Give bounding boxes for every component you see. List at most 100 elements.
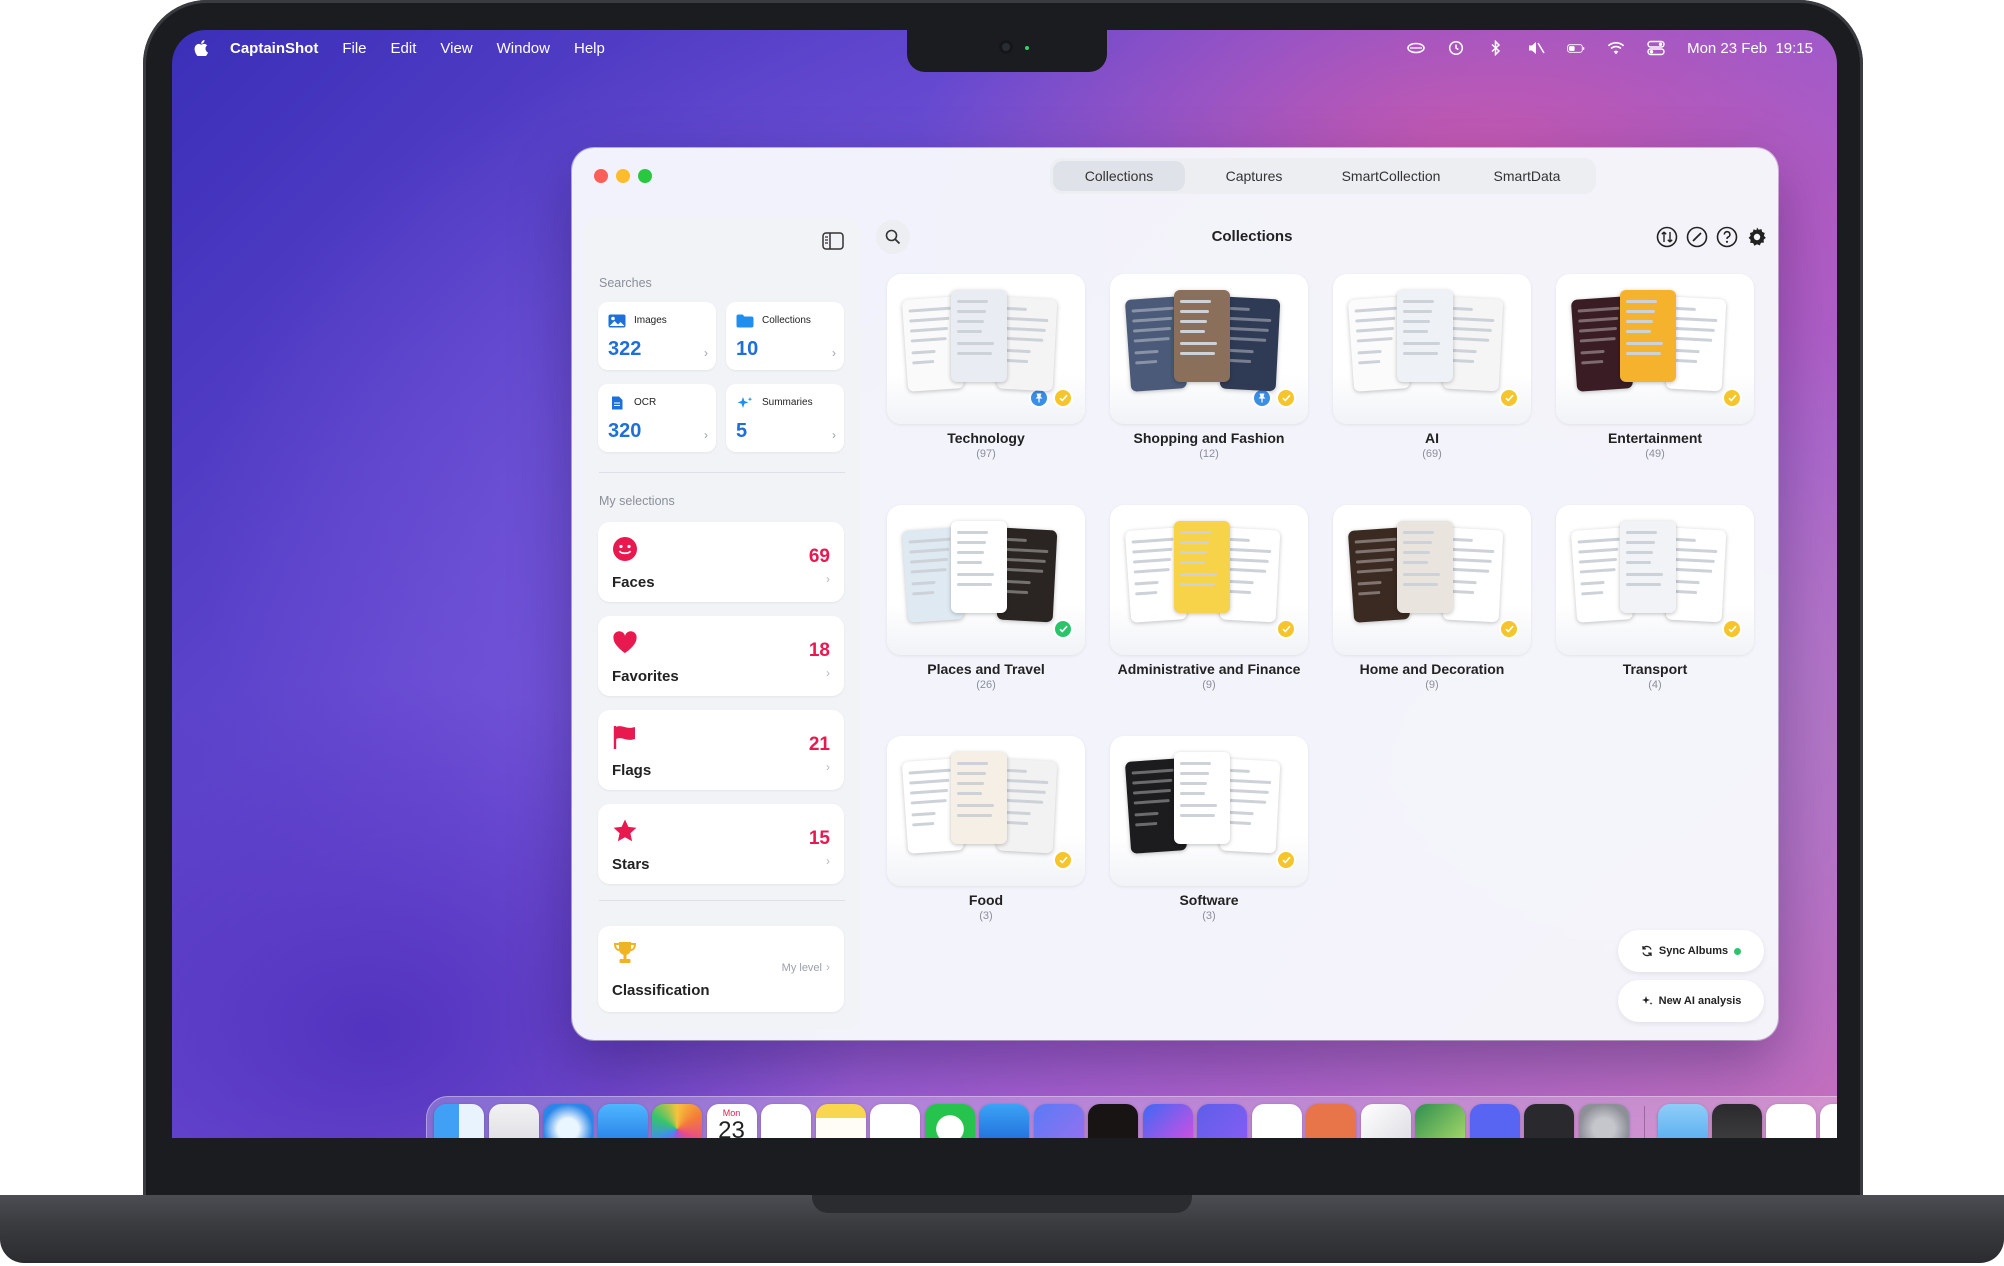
search-button[interactable] (876, 220, 910, 254)
document-icon (612, 396, 623, 410)
new-ai-analysis-button[interactable]: New AI analysis (1618, 980, 1764, 1022)
apple-logo-icon[interactable] (194, 40, 208, 56)
collection-card[interactable]: Entertainment (49) (1556, 274, 1754, 492)
collection-card[interactable]: Home and Decoration (9) (1333, 505, 1531, 723)
sidebar-toggle-icon[interactable] (822, 232, 844, 250)
whatsapp-icon[interactable] (924, 1104, 975, 1138)
collection-card[interactable]: Places and Travel (26) (887, 505, 1085, 723)
messenger-icon[interactable] (1033, 1104, 1084, 1138)
selection-card-flags[interactable]: Flags 21 › (598, 710, 844, 790)
zoom-window-button[interactable] (638, 169, 652, 183)
calendar-day: 23 (718, 1117, 745, 1139)
collection-card[interactable]: Administrative and Finance (9) (1110, 505, 1308, 723)
collection-card[interactable]: Technology (97) (887, 274, 1085, 492)
collection-thumbnail (1110, 274, 1308, 424)
finder-icon[interactable] (434, 1104, 484, 1138)
notes-icon[interactable] (815, 1104, 866, 1138)
analysis-status-check-icon (1053, 388, 1073, 408)
collection-count: (9) (1202, 679, 1216, 691)
menu-app-name[interactable]: CaptainShot (230, 40, 318, 57)
collection-count: (12) (1199, 448, 1219, 460)
gear-icon[interactable] (1746, 226, 1768, 248)
recent-window-thumbnail-2[interactable] (1766, 1104, 1816, 1138)
tab-captures[interactable]: Captures (1185, 161, 1323, 191)
edit-icon[interactable] (1686, 226, 1708, 248)
recent-window-thumbnail-3[interactable] (1820, 1104, 1837, 1138)
collection-count: (97) (976, 448, 996, 460)
menu-file[interactable]: File (342, 40, 366, 57)
menu-edit[interactable]: Edit (391, 40, 417, 57)
my-level-label[interactable]: My level (782, 962, 822, 974)
collection-card[interactable]: Transport (4) (1556, 505, 1754, 723)
recent-window-thumbnail-1[interactable] (1712, 1104, 1762, 1138)
classification-card[interactable]: Classification My level › (598, 926, 844, 1012)
screenshot-preview (1174, 752, 1230, 844)
help-icon[interactable] (1716, 226, 1738, 248)
linear-icon[interactable] (1197, 1104, 1247, 1138)
captainshot-status-icon[interactable] (1407, 40, 1425, 56)
chatgpt-icon[interactable] (1251, 1104, 1302, 1138)
control-center-icon[interactable] (1647, 40, 1665, 56)
chevron-right-icon: › (832, 428, 836, 442)
collection-card[interactable]: AI (69) (1333, 274, 1531, 492)
search-card-images[interactable]: Images 322 › (598, 302, 716, 370)
sync-icon (1642, 945, 1652, 957)
affinity-icon[interactable] (1415, 1104, 1465, 1138)
battery-icon[interactable] (1567, 40, 1585, 56)
chevron-right-icon: › (704, 346, 708, 360)
tab-smartcollection[interactable]: SmartCollection (1323, 161, 1459, 191)
collection-name: Home and Decoration (1359, 661, 1505, 677)
search-card-summaries[interactable]: Summaries 5 › (726, 384, 844, 452)
mute-icon[interactable] (1527, 40, 1545, 56)
selection-card-favorites[interactable]: Favorites 18 › (598, 616, 844, 696)
launchpad-icon[interactable] (488, 1104, 539, 1138)
bluetooth-icon[interactable] (1487, 40, 1505, 56)
selection-card-stars[interactable]: Stars 15 › (598, 804, 844, 884)
time-machine-icon[interactable] (1447, 40, 1465, 56)
search-card-collections[interactable]: Collections 10 › (726, 302, 844, 370)
collection-name: Administrative and Finance (1117, 661, 1301, 677)
menu-window[interactable]: Window (497, 40, 550, 57)
keychain-icon[interactable] (1524, 1104, 1574, 1138)
laptop-base-groove (812, 1195, 1192, 1213)
tab-smartdata[interactable]: SmartData (1459, 161, 1595, 191)
photos-icon[interactable] (652, 1104, 702, 1138)
collection-thumbnail (1110, 505, 1308, 655)
collection-name: Food (968, 892, 1004, 908)
sort-icon[interactable] (1656, 226, 1678, 248)
search-card-ocr[interactable]: OCR 320 › (598, 384, 716, 452)
chevron-right-icon: › (826, 854, 830, 868)
notion-icon[interactable] (870, 1104, 920, 1138)
mail-icon[interactable] (597, 1104, 648, 1138)
collection-thumbnail (1110, 736, 1308, 886)
wifi-icon[interactable] (1607, 40, 1625, 56)
sync-albums-button[interactable]: Sync Albums (1618, 930, 1764, 972)
claude-icon[interactable] (1306, 1104, 1356, 1138)
collection-card[interactable]: Food (3) (887, 736, 1085, 954)
collection-card[interactable]: Software (3) (1110, 736, 1308, 954)
collection-name: Software (1179, 892, 1239, 908)
calendar-icon[interactable]: Mon 23 (706, 1104, 757, 1139)
downloads-folder-icon[interactable] (1658, 1104, 1708, 1138)
menu-view[interactable]: View (440, 40, 472, 57)
sidebar-divider (599, 472, 845, 473)
safari-icon[interactable] (543, 1104, 593, 1138)
heart-icon (613, 631, 637, 653)
discord-icon[interactable] (1469, 1104, 1520, 1138)
pixelmator-icon[interactable] (1142, 1104, 1193, 1138)
spotify-icon[interactable] (1088, 1104, 1138, 1138)
chevron-right-icon: › (826, 572, 830, 586)
reminders-icon[interactable] (761, 1104, 811, 1138)
collection-card[interactable]: Shopping and Fashion (12) (1110, 274, 1308, 492)
preview-icon[interactable] (1360, 1104, 1411, 1138)
system-settings-icon[interactable] (1578, 1104, 1629, 1138)
searches-section-label: Searches (599, 276, 652, 290)
search-card-value: 320 (608, 420, 642, 442)
menu-help[interactable]: Help (574, 40, 605, 57)
close-window-button[interactable] (594, 169, 608, 183)
menu-clock[interactable]: Mon 23 Feb 19:15 (1687, 40, 1813, 57)
xcode-icon[interactable] (979, 1104, 1029, 1138)
minimize-window-button[interactable] (616, 169, 630, 183)
selection-card-faces[interactable]: Faces 69 › (598, 522, 844, 602)
tab-collections[interactable]: Collections (1053, 161, 1185, 191)
